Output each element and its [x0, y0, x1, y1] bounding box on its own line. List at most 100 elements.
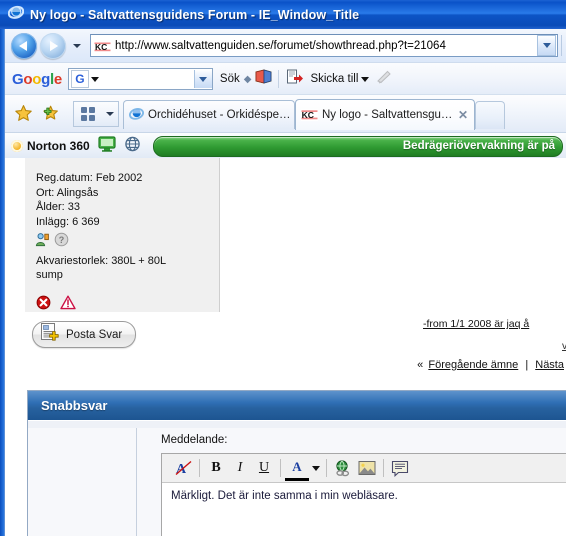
window-title-text: Ny logo - Saltvattensguidens Forum - IE_… [30, 7, 360, 22]
help-question-icon[interactable]: ? [54, 232, 69, 252]
chevron-down-icon [199, 76, 208, 82]
aquarium-size-line2: sump [36, 269, 63, 281]
google-search-input[interactable]: G [67, 68, 213, 90]
toolbar-grip: ◆ [243, 73, 252, 85]
kc-favicon: KC [94, 39, 111, 53]
norton-product-label: Norton 360 [27, 139, 90, 153]
insert-image-icon[interactable] [355, 457, 379, 479]
tab-label: Ny logo - Saltvattensguid... [322, 109, 454, 121]
back-button[interactable] [11, 32, 37, 59]
user-registration-date: Reg.datum: Feb 2002 [36, 172, 143, 184]
window-title-bar: Ny logo - Saltvattensguidens Forum - IE_… [0, 0, 566, 29]
remove-format-icon[interactable]: A [171, 457, 195, 479]
browser-window: Ny logo - Saltvattensguidens Forum - IE_… [0, 0, 566, 536]
recent-pages-button[interactable] [71, 36, 83, 56]
tab-label: Orchidéhuset - Orkidéspeciali... [148, 109, 294, 121]
editor-toolbar: A B I U A [162, 454, 566, 483]
browser-tab[interactable]: Orchidéhuset - Orkidéspeciali... [123, 100, 295, 129]
message-text: Märkligt. Det är inte samma i min webläs… [171, 490, 398, 502]
google-search-button[interactable]: Sök [220, 73, 240, 85]
quick-tabs-grid-icon [81, 107, 95, 121]
user-post-count: Inlägg: 6 369 [36, 215, 100, 228]
chevron-down-icon [542, 43, 551, 48]
post-reply-button[interactable]: Posta Svar [32, 321, 137, 348]
quick-reply-header: Snabbsvar [28, 391, 566, 420]
post-status-badges [36, 295, 219, 315]
user-action-icons: ? [35, 232, 219, 252]
internet-explorer-icon [128, 106, 145, 124]
post-signature-more: v [562, 340, 566, 352]
error-x-icon [36, 295, 51, 315]
editor-separator [280, 459, 281, 477]
new-tab-button[interactable] [475, 101, 505, 129]
aquarium-size: Akvariestorlek: 380L + 80L sump [25, 254, 219, 283]
send-to-dropdown-icon[interactable] [361, 76, 370, 82]
search-history-dropdown[interactable] [193, 70, 212, 88]
fraud-monitoring-banner[interactable]: Bedrägeriövervakning är på [152, 135, 563, 157]
warning-triangle-icon [60, 295, 76, 315]
tab-list-button[interactable] [101, 101, 119, 127]
quick-reply-body: Meddelande: A B [28, 420, 566, 536]
prev-chevron-icon: « [417, 359, 424, 371]
quick-tabs-button[interactable] [73, 101, 103, 127]
editor-separator [199, 459, 200, 477]
font-color-dropdown-icon[interactable] [309, 457, 322, 479]
kc-favicon: KC [301, 109, 318, 121]
user-age: Ålder: 33 [36, 201, 81, 213]
bookmarks-icon[interactable] [255, 69, 272, 89]
add-star-icon[interactable] [40, 104, 59, 128]
next-topic-link[interactable]: Nästa [535, 359, 564, 371]
message-label: Meddelande: [161, 434, 228, 446]
svg-text:KC: KC [302, 110, 314, 120]
underline-icon[interactable]: U [252, 457, 276, 479]
aquarium-size-line1: Akvariestorlek: 380L + 80L [36, 254, 167, 267]
toolbar-separator [278, 70, 280, 88]
address-url-text: http://www.saltvattenguiden.se/forumet/s… [115, 39, 446, 52]
chevron-down-icon [105, 112, 114, 116]
bold-icon[interactable]: B [204, 457, 228, 479]
internet-explorer-icon [7, 4, 25, 25]
nav-divider: | [525, 359, 529, 371]
post-signature: -from 1/1 2008 är jaq å [423, 318, 530, 330]
user-profile-icon[interactable] [35, 232, 50, 252]
browser-tab-active[interactable]: KC Ny logo - Saltvattensguid... ✕ [295, 99, 475, 130]
user-location: Ort: Alingsås [36, 186, 99, 199]
google-toolbar: Google G Sök ◆ Skicka till [5, 62, 566, 95]
message-editor: A B I U A [161, 453, 566, 536]
thread-navigation: « Föregående ämne | Nästa [5, 359, 566, 371]
insert-quote-icon[interactable] [388, 457, 412, 479]
new-post-icon [39, 322, 59, 347]
fraud-monitoring-text: Bedrägeriövervakning är på [402, 140, 555, 152]
send-to-label[interactable]: Skicka till [310, 73, 358, 85]
tab-bar: Orchidéhuset - Orkidéspeciali... KC Ny l… [5, 94, 566, 133]
computer-monitor-icon[interactable] [98, 135, 116, 157]
address-dropdown-button[interactable] [537, 35, 556, 56]
post-reply-label: Posta Svar [66, 328, 123, 341]
page-content: Reg.datum: Feb 2002 Ort: Alingsås Ålder:… [5, 158, 566, 536]
previous-topic-link[interactable]: Föregående ämne [428, 359, 518, 371]
globe-icon[interactable] [124, 136, 141, 157]
editor-separator [383, 459, 384, 477]
user-stats: Reg.datum: Feb 2002 Ort: Alingsås Ålder:… [25, 158, 219, 229]
navbar-right-edge [561, 35, 566, 56]
svg-text:KC: KC [95, 42, 107, 52]
editor-separator [326, 459, 327, 477]
message-textarea[interactable]: Märkligt. Det är inte samma i min webläs… [162, 483, 566, 536]
post-user-info-panel: Reg.datum: Feb 2002 Ort: Alingsås Ålder:… [25, 158, 220, 312]
quick-reply-left-column [28, 428, 137, 536]
address-bar[interactable]: KC http://www.saltvattenguiden.se/forume… [90, 34, 558, 57]
highlighter-icon[interactable] [376, 70, 393, 89]
close-icon[interactable]: ✕ [458, 108, 468, 122]
quick-reply-right-column: Meddelande: A B [137, 428, 566, 536]
chevron-down-icon [73, 43, 81, 48]
star-icon[interactable] [14, 104, 33, 128]
send-to-icon[interactable] [287, 69, 304, 89]
norton-toolbar: Norton 360 Bedrägeriövervakning är på [5, 132, 566, 160]
quick-reply-title: Snabbsvar [41, 398, 108, 413]
font-color-icon[interactable]: A [285, 455, 309, 481]
search-engine-dropdown-icon[interactable] [90, 76, 99, 82]
insert-link-icon[interactable] [331, 457, 355, 479]
forum-thread-page: Reg.datum: Feb 2002 Ort: Alingsås Ålder:… [5, 158, 566, 536]
forward-button[interactable] [40, 32, 66, 59]
italic-icon[interactable]: I [228, 457, 252, 479]
